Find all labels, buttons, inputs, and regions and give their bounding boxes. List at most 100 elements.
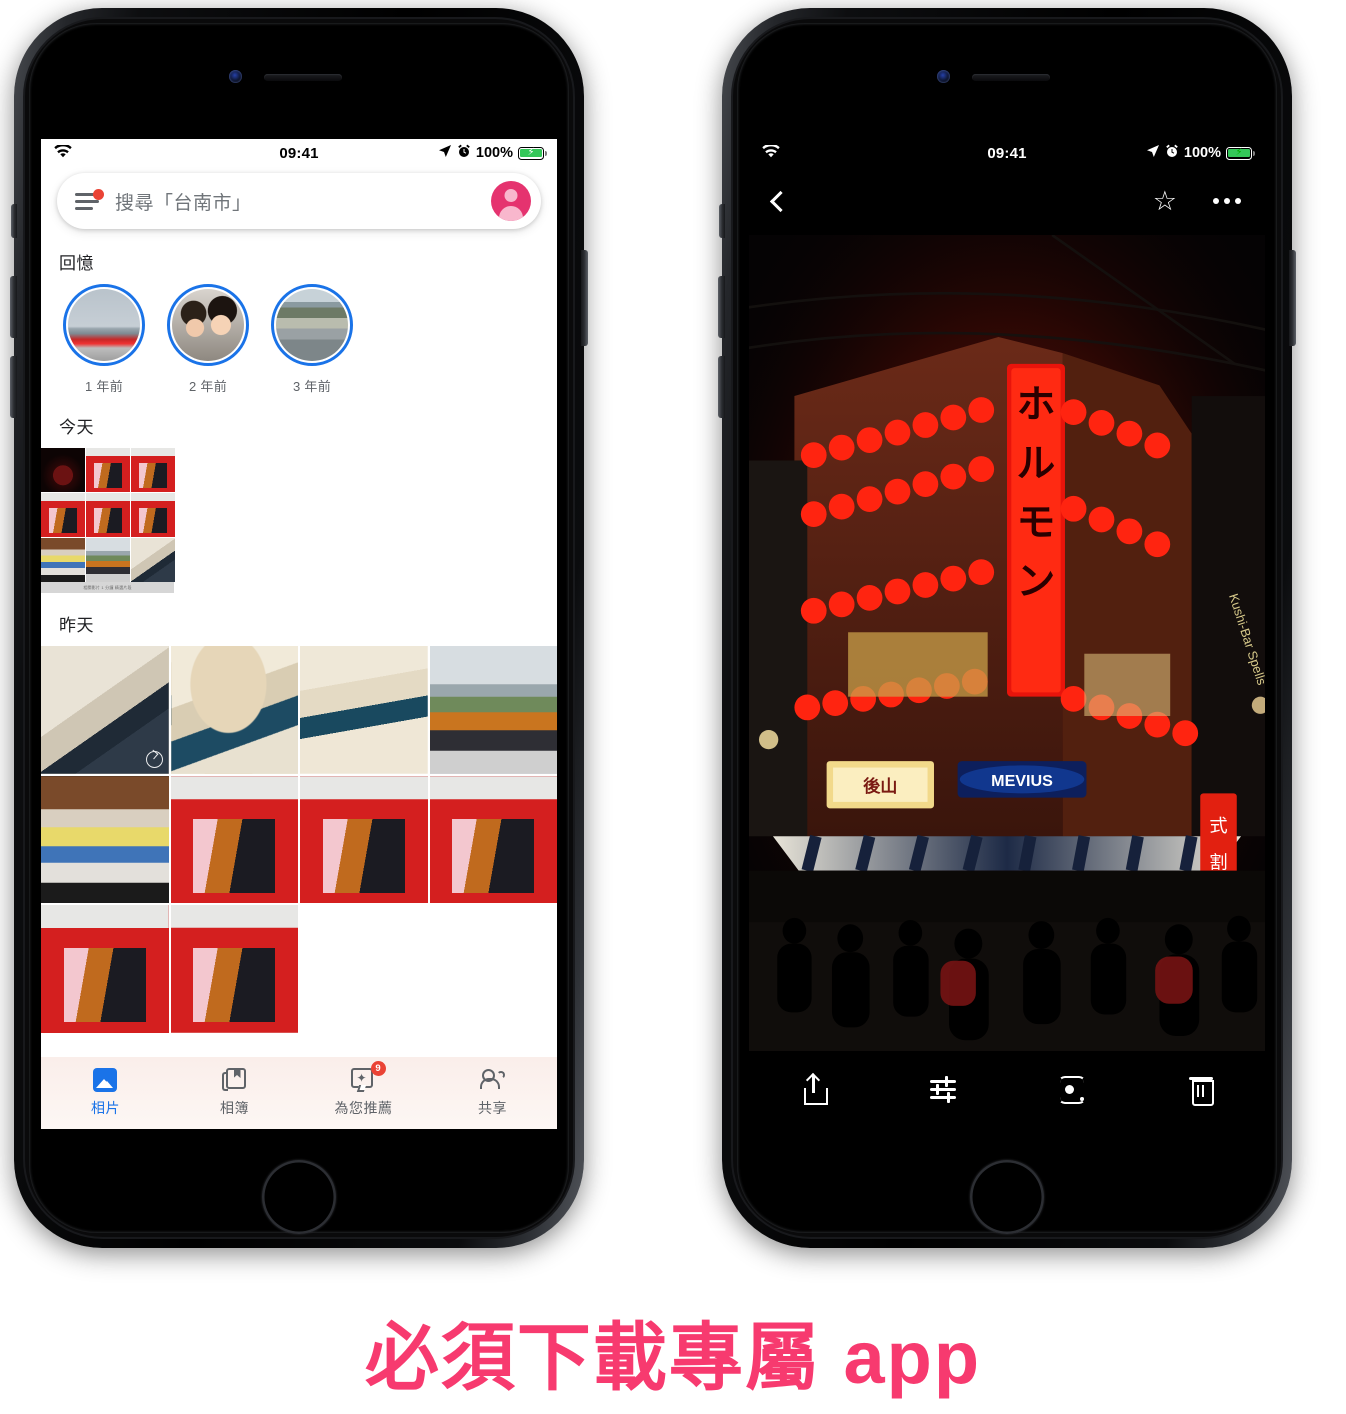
photo-thumbnail[interactable] bbox=[429, 646, 557, 774]
google-photos-app: 搜尋「台南市」 回憶 1 年前 2 年前 3 年前 今天 相關影片 1 分鐘 精… bbox=[41, 167, 557, 1129]
photo-thumbnail[interactable] bbox=[41, 905, 169, 1033]
screen-right: 09:41 100% ⚡ ☆ ホ ル モ ン MEVIUS 後山 式 割 Kus… bbox=[749, 139, 1265, 1129]
front-camera-icon bbox=[229, 70, 242, 83]
memories-carousel[interactable]: 1 年前 2 年前 3 年前 bbox=[41, 284, 557, 395]
tab-photos[interactable]: 相片 bbox=[41, 1068, 170, 1118]
earpiece-speaker bbox=[972, 74, 1050, 81]
home-button[interactable] bbox=[262, 1160, 336, 1234]
viewer-toolbar bbox=[749, 1051, 1265, 1129]
memory-item[interactable]: 3 年前 bbox=[271, 284, 353, 395]
star-outline-icon[interactable]: ☆ bbox=[1153, 187, 1177, 215]
photo-thumbnail[interactable] bbox=[86, 448, 130, 492]
account-avatar-icon[interactable] bbox=[491, 181, 531, 221]
silent-switch[interactable] bbox=[11, 204, 17, 238]
svg-text:式: 式 bbox=[1209, 816, 1227, 837]
location-arrow-icon bbox=[1146, 144, 1160, 162]
volume-down-button[interactable] bbox=[10, 356, 17, 418]
volume-up-button[interactable] bbox=[10, 276, 17, 338]
albums-icon bbox=[221, 1068, 248, 1094]
search-bar[interactable]: 搜尋「台南市」 bbox=[57, 173, 541, 229]
memory-item[interactable]: 2 年前 bbox=[167, 284, 249, 395]
yesterday-photo-grid[interactable] bbox=[41, 646, 557, 1033]
battery-charging-icon: ⚡ bbox=[1226, 146, 1255, 160]
today-grid-caption: 相關影片 1 分鐘 精選片段 bbox=[41, 582, 174, 593]
wifi-icon bbox=[54, 143, 72, 162]
photo-thumbnail[interactable] bbox=[86, 493, 130, 537]
share-icon[interactable] bbox=[797, 1072, 831, 1107]
trash-icon[interactable] bbox=[1184, 1073, 1218, 1107]
photo-canvas[interactable]: ホル モン MEVIUS 後山 式 割 Kushi-Bar Spells bbox=[749, 235, 1265, 1051]
bottom-tab-bar: 相片 相簿 9 為您推薦 共享 bbox=[41, 1057, 557, 1129]
location-arrow-icon bbox=[438, 144, 452, 162]
tab-sharing[interactable]: 共享 bbox=[428, 1068, 557, 1118]
photos-icon bbox=[92, 1068, 119, 1094]
memory-item[interactable]: 1 年前 bbox=[63, 284, 145, 395]
svg-text:ン: ン bbox=[1017, 560, 1056, 605]
memory-label: 2 年前 bbox=[188, 379, 228, 394]
edit-sliders-icon[interactable] bbox=[926, 1073, 960, 1107]
svg-text:割: 割 bbox=[1209, 852, 1227, 873]
memory-label: 1 年前 bbox=[84, 379, 124, 394]
search-area: 搜尋「台南市」 bbox=[41, 167, 557, 231]
power-button[interactable] bbox=[1289, 250, 1296, 346]
volume-down-button[interactable] bbox=[718, 356, 725, 418]
battery-charging-icon: ⚡ bbox=[518, 146, 547, 160]
photo-thumbnail[interactable] bbox=[300, 775, 428, 903]
hamburger-menu-icon[interactable] bbox=[75, 189, 104, 210]
home-button[interactable] bbox=[970, 1160, 1044, 1234]
tab-label: 為您推薦 bbox=[334, 1100, 393, 1116]
photo-thumbnail[interactable] bbox=[131, 493, 175, 537]
for-you-badge: 9 bbox=[370, 1061, 386, 1076]
memory-ring bbox=[271, 284, 353, 366]
photo-thumbnail[interactable] bbox=[41, 646, 169, 774]
svg-text:MEVIUS: MEVIUS bbox=[991, 772, 1053, 790]
viewer-top-bar: ☆ bbox=[749, 167, 1265, 235]
alarm-clock-icon bbox=[1165, 144, 1179, 162]
photo-thumbnail[interactable] bbox=[41, 775, 169, 903]
today-photo-grid[interactable] bbox=[41, 448, 557, 582]
section-title-memories: 回憶 bbox=[59, 254, 94, 273]
search-input[interactable]: 搜尋「台南市」 bbox=[115, 188, 491, 215]
tab-label: 共享 bbox=[478, 1100, 507, 1116]
photo-thumbnail[interactable] bbox=[300, 646, 428, 774]
status-bar-right: 09:41 100% ⚡ bbox=[749, 139, 1265, 167]
volume-up-button[interactable] bbox=[718, 276, 725, 338]
status-time: 09:41 bbox=[987, 144, 1027, 162]
alarm-clock-icon bbox=[457, 144, 471, 162]
photo-thumbnail[interactable] bbox=[41, 538, 85, 582]
svg-text:後山: 後山 bbox=[863, 776, 897, 797]
more-options-icon[interactable] bbox=[1213, 198, 1241, 204]
silent-switch[interactable] bbox=[719, 204, 725, 238]
section-title-yesterday: 昨天 bbox=[59, 616, 94, 635]
memory-ring bbox=[63, 284, 145, 366]
photo-thumbnail[interactable] bbox=[170, 775, 298, 903]
phone-left: 09:41 100% ⚡ 搜尋「台南市」 回憶 1 年前 2 年前 3 年前 今… bbox=[10, 8, 588, 1248]
battery-percent-label: 100% bbox=[475, 145, 513, 161]
photo-thumbnail[interactable] bbox=[86, 538, 130, 582]
photo-thumbnail[interactable] bbox=[170, 646, 298, 774]
section-title-today: 今天 bbox=[59, 418, 94, 437]
today-photo-group: 相關影片 1 分鐘 精選片段 bbox=[41, 448, 557, 593]
tab-for-you[interactable]: 9 為您推薦 bbox=[299, 1061, 428, 1118]
back-chevron-icon[interactable] bbox=[769, 190, 792, 212]
wifi-icon bbox=[762, 143, 780, 162]
svg-text:ホ: ホ bbox=[1017, 383, 1056, 428]
photo-thumbnail[interactable] bbox=[41, 448, 85, 492]
memory-ring bbox=[167, 284, 249, 366]
google-lens-icon[interactable] bbox=[1055, 1073, 1089, 1107]
photo-thumbnail[interactable] bbox=[170, 905, 298, 1033]
front-camera-icon bbox=[937, 70, 950, 83]
power-button[interactable] bbox=[581, 250, 588, 346]
earpiece-speaker bbox=[264, 74, 342, 81]
screenshot-root: 09:41 100% ⚡ 搜尋「台南市」 回憶 1 年前 2 年前 3 年前 今… bbox=[0, 0, 1346, 1414]
photo-thumbnail[interactable] bbox=[429, 775, 557, 903]
tab-albums[interactable]: 相簿 bbox=[170, 1068, 299, 1118]
photo-thumbnail[interactable] bbox=[131, 538, 175, 582]
photo-thumbnail[interactable] bbox=[41, 493, 85, 537]
status-bar-left: 09:41 100% ⚡ bbox=[41, 139, 557, 167]
photo-thumbnail[interactable] bbox=[131, 448, 175, 492]
night-street-photo: ホル モン MEVIUS 後山 式 割 Kushi-Bar Spells bbox=[749, 235, 1265, 1051]
loop-badge-icon bbox=[145, 750, 163, 768]
memory-thumbnail bbox=[172, 289, 244, 361]
battery-percent-label: 100% bbox=[1183, 145, 1221, 161]
